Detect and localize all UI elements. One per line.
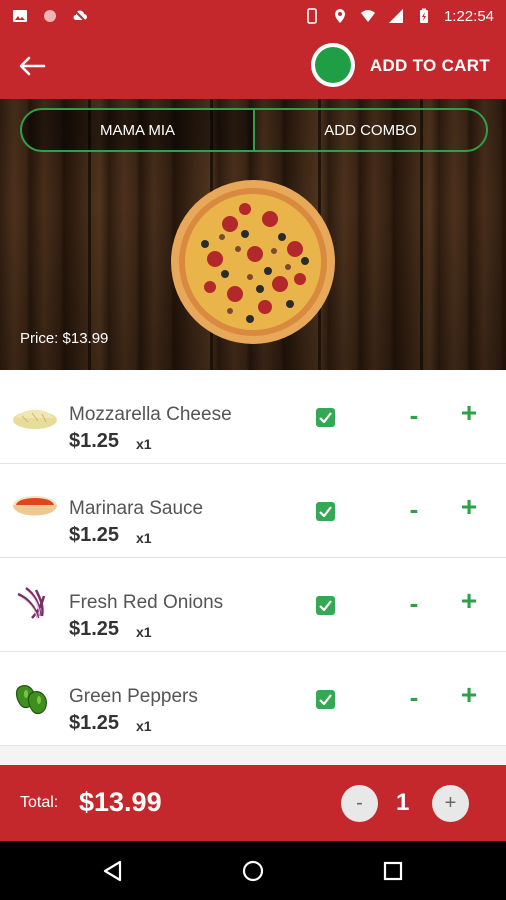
image-icon	[13, 10, 27, 22]
add-to-cart-button[interactable]: ADD TO CART	[370, 32, 490, 99]
status-bar: 1:22:54	[0, 0, 506, 32]
list-item: Marinara Sauce $1.25 x1 - +	[0, 464, 506, 558]
back-triangle-icon[interactable]	[100, 858, 126, 884]
list-item: Fresh Red Onions $1.25 x1 - +	[0, 558, 506, 652]
total-label: Total:	[20, 794, 59, 811]
checkmark-icon	[319, 412, 332, 423]
list-item: Mozzarella Cheese $1.25 x1 - +	[0, 370, 506, 464]
topping-price: $1.25	[69, 430, 120, 452]
topping-price: $1.25	[69, 618, 120, 640]
tab-mama-mia[interactable]: MAMA MIA	[22, 110, 255, 150]
battery-charging-icon	[419, 8, 428, 23]
pepper-icon	[15, 685, 47, 715]
order-quantity: 1	[396, 789, 410, 816]
checkmark-icon	[319, 600, 332, 611]
tab-add-combo[interactable]: ADD COMBO	[255, 110, 486, 150]
wifi-icon	[360, 10, 375, 22]
pizza-hero: MAMA MIA ADD COMBO Price: $13.99	[0, 99, 506, 370]
topping-name: Green Peppers	[69, 686, 198, 707]
toppings-list: Mozzarella Cheese $1.25 x1 - + Marinara …	[0, 370, 506, 746]
topping-checkbox[interactable]	[316, 408, 335, 427]
status-time: 1:22:54	[443, 7, 494, 25]
topping-price: $1.25	[69, 524, 120, 546]
topping-name: Marinara Sauce	[69, 498, 204, 519]
increase-topping-button[interactable]: +	[456, 492, 482, 522]
arrow-left-icon	[19, 56, 46, 75]
topping-name: Mozzarella Cheese	[69, 404, 232, 425]
pizza-image	[171, 180, 335, 344]
circle-icon	[44, 10, 56, 22]
topping-quantity: x1	[136, 436, 152, 452]
location-icon	[334, 9, 345, 23]
list-item: Green Peppers $1.25 x1 - +	[0, 652, 506, 746]
increase-quantity-button[interactable]: +	[432, 785, 469, 822]
onion-icon	[17, 587, 46, 621]
cheese-icon	[13, 409, 57, 429]
total-value: $13.99	[79, 787, 162, 817]
increase-topping-button[interactable]: +	[456, 586, 482, 616]
decrease-topping-button[interactable]: -	[404, 494, 424, 524]
app-bar: ADD TO CART	[0, 32, 506, 99]
checkmark-icon	[319, 694, 332, 705]
increase-topping-button[interactable]: +	[456, 680, 482, 710]
signal-icon	[388, 9, 403, 23]
decrease-topping-button[interactable]: -	[404, 400, 424, 430]
pizza-tabs: MAMA MIA ADD COMBO	[20, 108, 488, 152]
topping-checkbox[interactable]	[316, 502, 335, 521]
topping-quantity: x1	[136, 624, 152, 640]
topping-price: $1.25	[69, 712, 120, 734]
topping-checkbox[interactable]	[316, 596, 335, 615]
base-price-label: Price: $13.99	[20, 330, 109, 347]
recents-square-icon[interactable]	[380, 858, 406, 884]
back-button[interactable]	[0, 32, 64, 99]
cart-status-indicator	[311, 43, 355, 87]
decrease-topping-button[interactable]: -	[404, 588, 424, 618]
system-nav-bar	[0, 841, 506, 900]
home-circle-icon[interactable]	[240, 858, 266, 884]
cart-status-dot	[315, 47, 351, 83]
checkmark-icon	[319, 506, 332, 517]
topping-name: Fresh Red Onions	[69, 592, 224, 613]
decrease-quantity-button[interactable]: -	[341, 785, 378, 822]
topping-quantity: x1	[136, 718, 152, 734]
total-bar: Total: $13.99 - 1 +	[0, 765, 506, 841]
increase-topping-button[interactable]: +	[456, 398, 482, 428]
decrease-topping-button[interactable]: -	[404, 682, 424, 712]
topping-quantity: x1	[136, 530, 152, 546]
phone-icon	[307, 8, 317, 24]
cloud-off-icon	[73, 9, 87, 23]
topping-checkbox[interactable]	[316, 690, 335, 709]
sauce-icon	[13, 496, 57, 516]
